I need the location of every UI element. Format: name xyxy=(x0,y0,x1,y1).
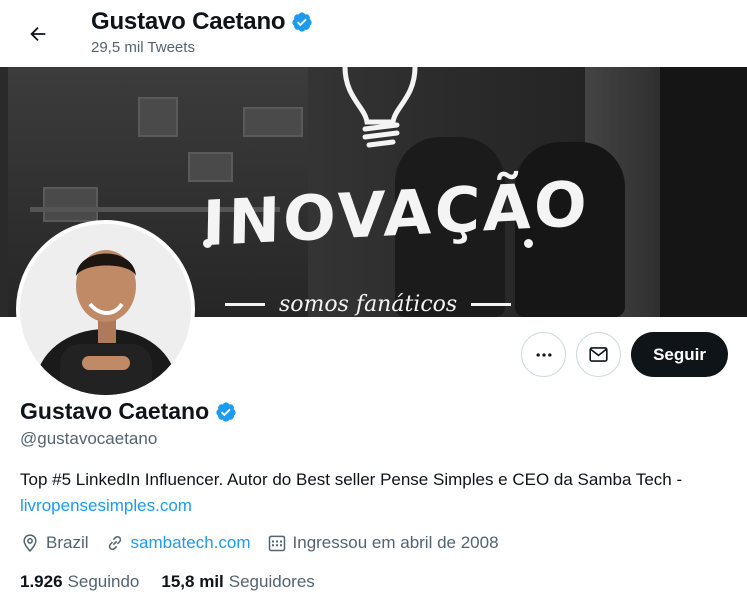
arrow-left-icon xyxy=(30,26,46,42)
followers-count: 15,8 mil xyxy=(161,572,224,591)
location-item: Brazil xyxy=(20,533,89,553)
followers-stat[interactable]: 15,8 mil Seguidores xyxy=(161,572,314,592)
calendar-icon xyxy=(268,535,285,552)
website-link[interactable]: sambatech.com xyxy=(131,533,251,553)
profile-stats: 1.926 Seguindo 15,8 mil Seguidores xyxy=(20,572,337,592)
more-button[interactable] xyxy=(521,332,567,377)
profile-avatar[interactable] xyxy=(16,220,195,399)
back-button[interactable] xyxy=(20,16,56,52)
avatar-photo xyxy=(20,224,191,395)
website-item: sambatech.com xyxy=(105,533,251,553)
following-label: Seguindo xyxy=(67,572,140,591)
verified-badge-icon xyxy=(216,401,236,422)
banner-tagline: somos fanáticos xyxy=(225,292,512,317)
followers-label: Seguidores xyxy=(228,572,315,591)
follow-button[interactable]: Seguir xyxy=(631,332,728,377)
profile-actions: Seguir xyxy=(521,332,728,377)
location-text: Brazil xyxy=(46,533,89,552)
tweet-count: 29,5 mil Tweets xyxy=(91,39,195,56)
profile-meta: Brazil sambatech.com Ingressou em abril … xyxy=(20,533,515,553)
header-name: Gustavo Caetano xyxy=(91,8,286,35)
lightbulb-icon xyxy=(342,67,418,148)
message-button[interactable] xyxy=(576,332,622,377)
bio-text: Top #5 LinkedIn Influencer. Autor do Bes… xyxy=(20,470,683,489)
following-count: 1.926 xyxy=(20,572,63,591)
bio-link[interactable]: livropensesimples.com xyxy=(20,496,192,515)
mail-icon xyxy=(589,347,608,362)
joined-item: Ingressou em abril de 2008 xyxy=(267,533,499,553)
more-icon xyxy=(536,352,552,357)
profile-bio: Top #5 LinkedIn Influencer. Autor do Bes… xyxy=(20,467,720,519)
joined-text: Ingressou em abril de 2008 xyxy=(292,533,499,552)
profile-handle: @gustavocaetano xyxy=(20,429,158,448)
link-icon xyxy=(108,535,121,551)
location-pin-icon xyxy=(23,534,37,552)
following-stat[interactable]: 1.926 Seguindo xyxy=(20,572,139,592)
header-title: Gustavo Caetano xyxy=(91,8,313,36)
profile-name: Gustavo Caetano xyxy=(20,398,237,425)
verified-badge-icon xyxy=(292,12,313,32)
profile-header: Gustavo Caetano 29,5 mil Tweets xyxy=(0,0,747,67)
